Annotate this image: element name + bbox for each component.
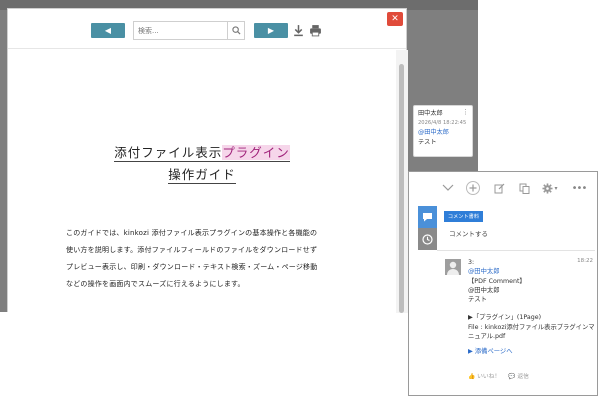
pdf-comment-card[interactable]: ⋮ 田中太郎 2026/4/8 18:22:45 @田中太郎 テスト <box>413 105 473 157</box>
doc-subtitle: 操作ガイド <box>168 167 236 184</box>
thumbs-up-icon: 👍 <box>468 374 476 380</box>
close-icon: ✕ <box>391 14 399 24</box>
doc-title-line2: 操作ガイド <box>8 164 396 184</box>
triangle-right-icon: ▶ <box>267 26 275 35</box>
entry-number: 3: <box>468 259 475 266</box>
add-icon[interactable] <box>466 181 480 195</box>
caret-down-icon: ▾ <box>554 184 558 192</box>
print-icon[interactable] <box>309 24 322 37</box>
highlighted-text[interactable]: プラグイン <box>222 145 290 160</box>
doc-title-prefix: 添付ファイル表示 <box>114 145 223 160</box>
comment-post-button[interactable]: コメント書料 <box>444 211 483 222</box>
reply-label: 返信 <box>517 374 529 380</box>
body-line: などの操作を画面内でスムーズに行えるようにします。 <box>66 280 245 288</box>
entry-tag: 【PDF Comment】 <box>468 277 526 285</box>
edit-icon[interactable] <box>492 181 506 195</box>
reply-icon: 💬 <box>508 374 516 380</box>
more-horizontal-icon[interactable]: ••• <box>572 181 588 195</box>
viewer-toolbar: ◀ ▶ <box>8 9 406 49</box>
comment-input[interactable]: コメントする <box>449 228 488 238</box>
gear-icon[interactable]: ▾ <box>539 181 561 195</box>
search-input[interactable] <box>134 22 227 39</box>
triangle-left-icon: ◀ <box>104 26 112 35</box>
comment-entry: 3: @田中太郎 【PDF Comment】 @田中太郎 テスト ▶「プラグイン… <box>468 258 596 357</box>
prev-page-button[interactable]: ◀ <box>91 23 125 38</box>
comment-author: 田中太郎 <box>418 110 443 117</box>
search-icon <box>231 26 241 35</box>
download-icon[interactable] <box>292 24 305 37</box>
clock-icon <box>422 233 433 245</box>
entry-mention[interactable]: @田中太郎 <box>468 267 596 276</box>
entry-page-ref: ▶「プラグイン」(1Page) <box>468 314 542 322</box>
copy-icon[interactable] <box>517 181 531 195</box>
avatar <box>445 259 461 275</box>
doc-title-line1: 添付ファイル表示プラグイン <box>8 142 396 162</box>
entry-actions: 👍 いいね！ 💬 返信 <box>468 371 529 380</box>
divider <box>437 250 595 251</box>
pdf-viewer-modal: ◀ ▶ ✕ 添付ファイル表示プラグイ <box>7 8 408 313</box>
close-button[interactable]: ✕ <box>387 12 403 26</box>
search-box <box>133 21 245 40</box>
comments-tab[interactable] <box>418 206 437 228</box>
scrollbar-thumb[interactable] <box>399 64 404 313</box>
like-button[interactable]: 👍 いいね！ <box>468 371 500 380</box>
body-line: プレビュー表示し、印刷・ダウンロード・テキスト検索・ズーム・ページ移動 <box>66 263 318 271</box>
speech-bubble-icon <box>423 213 432 222</box>
comment-mention[interactable]: @田中太郎 <box>418 128 468 138</box>
like-label: いいね！ <box>477 374 501 380</box>
entry-mention-text: @田中太郎 <box>468 286 500 294</box>
body-line: 使い方を説明します。添付ファイルフィールドのファイルをダウンロードせず <box>66 246 318 254</box>
history-tab[interactable] <box>418 228 437 250</box>
chevron-down-icon[interactable] <box>441 181 455 195</box>
search-button[interactable] <box>227 22 244 39</box>
pdf-page: 添付ファイル表示プラグイン 操作ガイド このガイドでは、kinkozi 添付ファ… <box>8 50 396 313</box>
doc-body: このガイドでは、kinkozi 添付ファイル表示プラグインの基本操作と各機能の … <box>66 225 366 293</box>
user-icon <box>447 261 459 275</box>
goto-page-link[interactable]: ▶ 添備ページへ <box>468 348 513 355</box>
body-line: このガイドでは、kinkozi 添付ファイル表示プラグインの基本操作と各機能の <box>66 229 318 237</box>
entry-text: テスト <box>468 296 487 304</box>
more-vertical-icon[interactable]: ⋮ <box>462 108 469 118</box>
comment-panel: ▾ ••• コメント書料 コメントする 18:22 3: @田中太郎 【PDF … <box>408 171 598 396</box>
next-page-button[interactable]: ▶ <box>254 23 288 38</box>
entry-file-line: File : kinkozi添付ファイル表示プラグインマニュアル.pdf <box>468 323 595 341</box>
viewer-scrollbar[interactable] <box>396 50 408 313</box>
reply-button[interactable]: 💬 返信 <box>508 371 529 380</box>
comment-timestamp: 2026/4/8 18:22:45 <box>418 119 467 126</box>
panel-toolbar: ▾ ••• <box>409 172 597 204</box>
comment-text: テスト <box>418 138 437 146</box>
